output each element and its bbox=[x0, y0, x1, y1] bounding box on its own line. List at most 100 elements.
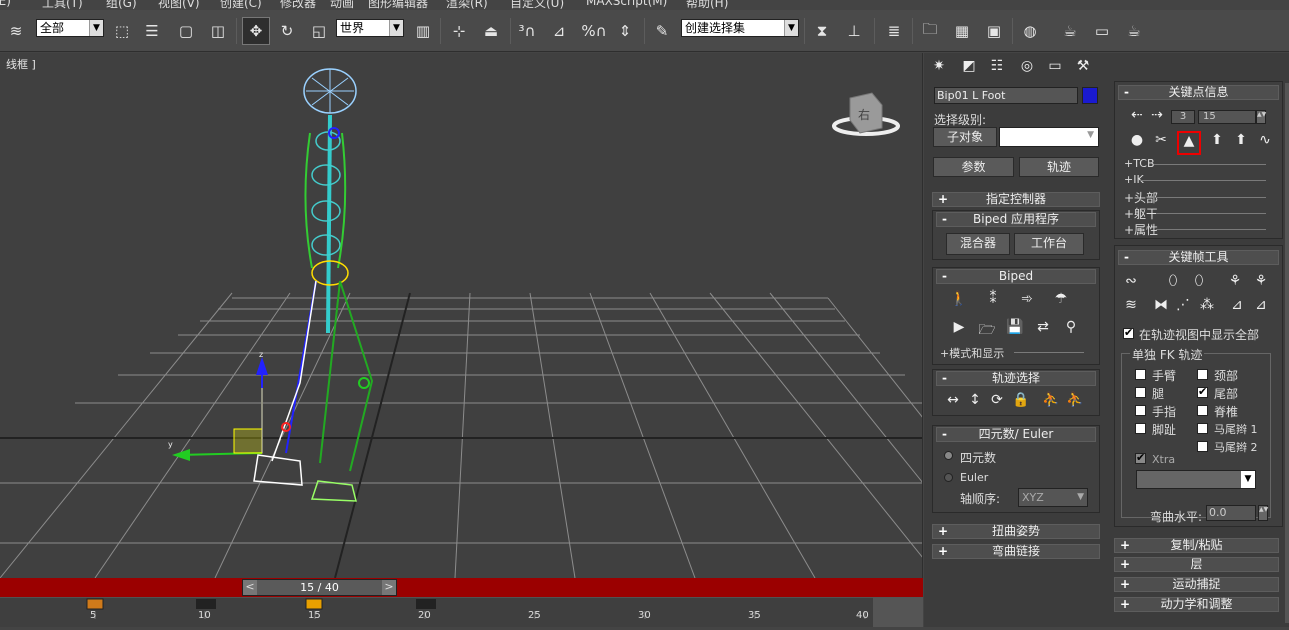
menu-help[interactable]: 帮助(H) bbox=[686, 0, 728, 10]
render-setup-icon[interactable]: ☕ bbox=[1056, 17, 1084, 45]
next-key-icon[interactable]: ⇢ bbox=[1146, 107, 1168, 123]
keyframe-tools-rollout[interactable]: - 关键帧工具 bbox=[1118, 250, 1279, 265]
track-bar[interactable]: 5 10 15 20 25 30 35 40 bbox=[0, 596, 873, 627]
select-by-name-icon[interactable]: ☰ bbox=[140, 17, 164, 45]
keyboard-shortcut-icon[interactable]: ⏏ bbox=[478, 17, 504, 45]
workbench-button[interactable]: 工作台 bbox=[1014, 233, 1084, 255]
menu-edit[interactable]: (E) bbox=[0, 0, 11, 8]
reference-coord-dropdown[interactable]: 世界 ▼ bbox=[336, 19, 404, 37]
quaternion-euler-rollout[interactable]: - 四元数/ Euler bbox=[936, 427, 1096, 442]
opposite-icon[interactable]: ⛹ bbox=[1064, 392, 1086, 408]
pivot-center-icon[interactable]: ▥ bbox=[410, 17, 436, 45]
set-planted-key-icon[interactable]: ▲ bbox=[1178, 133, 1200, 149]
create-tab-icon[interactable]: ✷ bbox=[928, 58, 950, 74]
head-rollout[interactable]: +头部 bbox=[1124, 189, 1158, 206]
keyframe-marker[interactable] bbox=[196, 599, 206, 609]
twist-poses-rollout[interactable]: + 扭曲姿势 bbox=[932, 524, 1100, 539]
sub-object-dropdown[interactable]: ▼ bbox=[999, 127, 1099, 147]
mixer-mode-icon[interactable]: ☂ bbox=[1050, 291, 1072, 307]
parameters-button[interactable]: 参数 bbox=[933, 157, 1014, 177]
track-selection-rollout[interactable]: - 轨迹选择 bbox=[936, 371, 1096, 386]
menu-tools[interactable]: 工具(T) bbox=[42, 0, 83, 10]
current-keyframe-marker[interactable] bbox=[305, 598, 323, 610]
perspective-viewport[interactable]: z y 右 bbox=[0, 53, 923, 578]
left-foot-icon[interactable]: ⊿ bbox=[1226, 297, 1248, 313]
mirror-in-place-icon[interactable]: ⚘ bbox=[1250, 273, 1272, 289]
viewport-label[interactable]: 线框 ] bbox=[6, 56, 36, 72]
bend-links-rollout[interactable]: + 弯曲链接 bbox=[932, 544, 1100, 559]
save-file-icon[interactable]: 💾 bbox=[1004, 319, 1026, 335]
render-teapot-icon[interactable]: ☕ bbox=[1120, 17, 1148, 45]
symmetrical-icon[interactable]: ⛹ bbox=[1040, 392, 1062, 408]
menu-customize[interactable]: 自定义(U) bbox=[510, 0, 564, 10]
bend-level-spinner[interactable]: ▲▼ bbox=[1258, 505, 1268, 521]
hierarchy-tab-icon[interactable]: ☷ bbox=[986, 58, 1008, 74]
ponytail1-checkbox[interactable] bbox=[1197, 423, 1208, 434]
named-selection-dropdown[interactable]: 创建选择集 ▼ bbox=[681, 19, 799, 37]
angle-snap-icon[interactable]: ⊿ bbox=[546, 17, 572, 45]
prev-key-icon[interactable]: ⇠ bbox=[1126, 107, 1148, 123]
assign-controller-rollout[interactable]: + 指定控制器 bbox=[932, 192, 1100, 207]
selection-filter-dropdown[interactable]: 全部 ▼ bbox=[36, 19, 104, 37]
keyframe-marker[interactable] bbox=[206, 599, 216, 609]
schematic-view-icon[interactable]: ▣ bbox=[980, 17, 1008, 45]
menu-group[interactable]: 组(G) bbox=[106, 0, 137, 10]
scale-icon[interactable]: ◱ bbox=[306, 17, 332, 45]
footstep-mode-icon[interactable]: ⁑ bbox=[982, 291, 1004, 307]
object-name-field[interactable]: Bip01 L Foot bbox=[934, 87, 1078, 104]
biped-skeleton[interactable] bbox=[253, 68, 374, 502]
motion-tab-icon[interactable]: ◎ bbox=[1016, 58, 1038, 74]
mirror-icon[interactable]: ⧗ bbox=[808, 17, 836, 45]
edit-named-selection-icon[interactable]: ✎ bbox=[648, 17, 676, 45]
right-foot-icon[interactable]: ⊿ bbox=[1250, 297, 1272, 313]
dynamics-rollout[interactable]: + 动力学和调整 bbox=[1114, 597, 1279, 612]
layer-manager-icon[interactable]: ≣ bbox=[880, 17, 908, 45]
neck-checkbox[interactable] bbox=[1197, 369, 1208, 380]
menu-view[interactable]: 视图(V) bbox=[158, 0, 200, 10]
scene-explorer-icon[interactable]: 🗀 bbox=[916, 17, 944, 45]
trajectories-button[interactable]: 轨迹 bbox=[1019, 157, 1099, 177]
mixer-button[interactable]: 混合器 bbox=[946, 233, 1010, 255]
time-slider[interactable]: < 15 / 40 > bbox=[242, 579, 397, 596]
spinner-snap-icon[interactable]: ⇕ bbox=[612, 17, 638, 45]
align-icon[interactable]: ⊥ bbox=[840, 17, 868, 45]
prev-frame-button[interactable]: < bbox=[243, 580, 257, 595]
link-icon[interactable]: ≋ bbox=[2, 17, 30, 45]
axis-order-dropdown[interactable]: XYZ ▼ bbox=[1018, 488, 1088, 507]
body-rotation-icon[interactable]: ⟳ bbox=[986, 392, 1008, 408]
keyframe-marker[interactable] bbox=[86, 598, 104, 610]
finger-checkbox[interactable] bbox=[1135, 405, 1146, 416]
toe-checkbox[interactable] bbox=[1135, 423, 1146, 434]
ponytail2-checkbox[interactable] bbox=[1197, 441, 1208, 452]
props-rollout[interactable]: +属性 bbox=[1124, 221, 1158, 238]
set-free-key-icon[interactable]: ⬆ bbox=[1230, 132, 1252, 148]
clear-all-animation-icon[interactable]: ⬯ bbox=[1188, 273, 1210, 289]
xtra-dropdown[interactable]: ▼ bbox=[1136, 470, 1256, 489]
object-color-swatch[interactable] bbox=[1082, 87, 1098, 104]
biped-playback-icon[interactable]: ▶ bbox=[948, 319, 970, 335]
show-all-checkbox[interactable] bbox=[1123, 326, 1134, 339]
view-cube[interactable]: 右 bbox=[832, 92, 900, 136]
panel-scrollbar[interactable] bbox=[1285, 83, 1289, 623]
key-time-spinner[interactable]: ▲▼ bbox=[1256, 110, 1266, 124]
tail-checkbox[interactable] bbox=[1197, 385, 1208, 398]
move-all-mode-icon[interactable]: ⚲ bbox=[1060, 319, 1082, 335]
rect-region-icon[interactable]: ▢ bbox=[172, 17, 200, 45]
menu-maxscript[interactable]: MAXScript(M) bbox=[586, 0, 667, 8]
xtra-checkbox[interactable] bbox=[1135, 451, 1146, 464]
spine-checkbox[interactable] bbox=[1197, 405, 1208, 416]
trajectory-icon[interactable]: ∿ bbox=[1254, 132, 1276, 148]
select-object-icon[interactable]: ⬚ bbox=[110, 17, 134, 45]
percent-snap-icon[interactable]: %∩ bbox=[580, 17, 608, 45]
motion-capture-rollout[interactable]: + 运动捕捉 bbox=[1114, 577, 1279, 592]
enable-subanims-icon[interactable]: ∾ bbox=[1120, 273, 1142, 289]
layers-rollout[interactable]: + 层 bbox=[1114, 557, 1279, 572]
select-manipulate-icon[interactable]: ⊹ bbox=[446, 17, 472, 45]
rendered-frame-icon[interactable]: ▭ bbox=[1088, 17, 1116, 45]
modify-tab-icon[interactable]: ◩ bbox=[958, 58, 980, 74]
arm-checkbox[interactable] bbox=[1135, 369, 1146, 380]
delete-key-icon[interactable]: ✂ bbox=[1150, 132, 1172, 148]
mode-display-label[interactable]: +模式和显示 bbox=[940, 345, 1004, 361]
quaternion-radio[interactable] bbox=[944, 451, 953, 460]
biped-rollout[interactable]: - Biped bbox=[936, 269, 1096, 284]
